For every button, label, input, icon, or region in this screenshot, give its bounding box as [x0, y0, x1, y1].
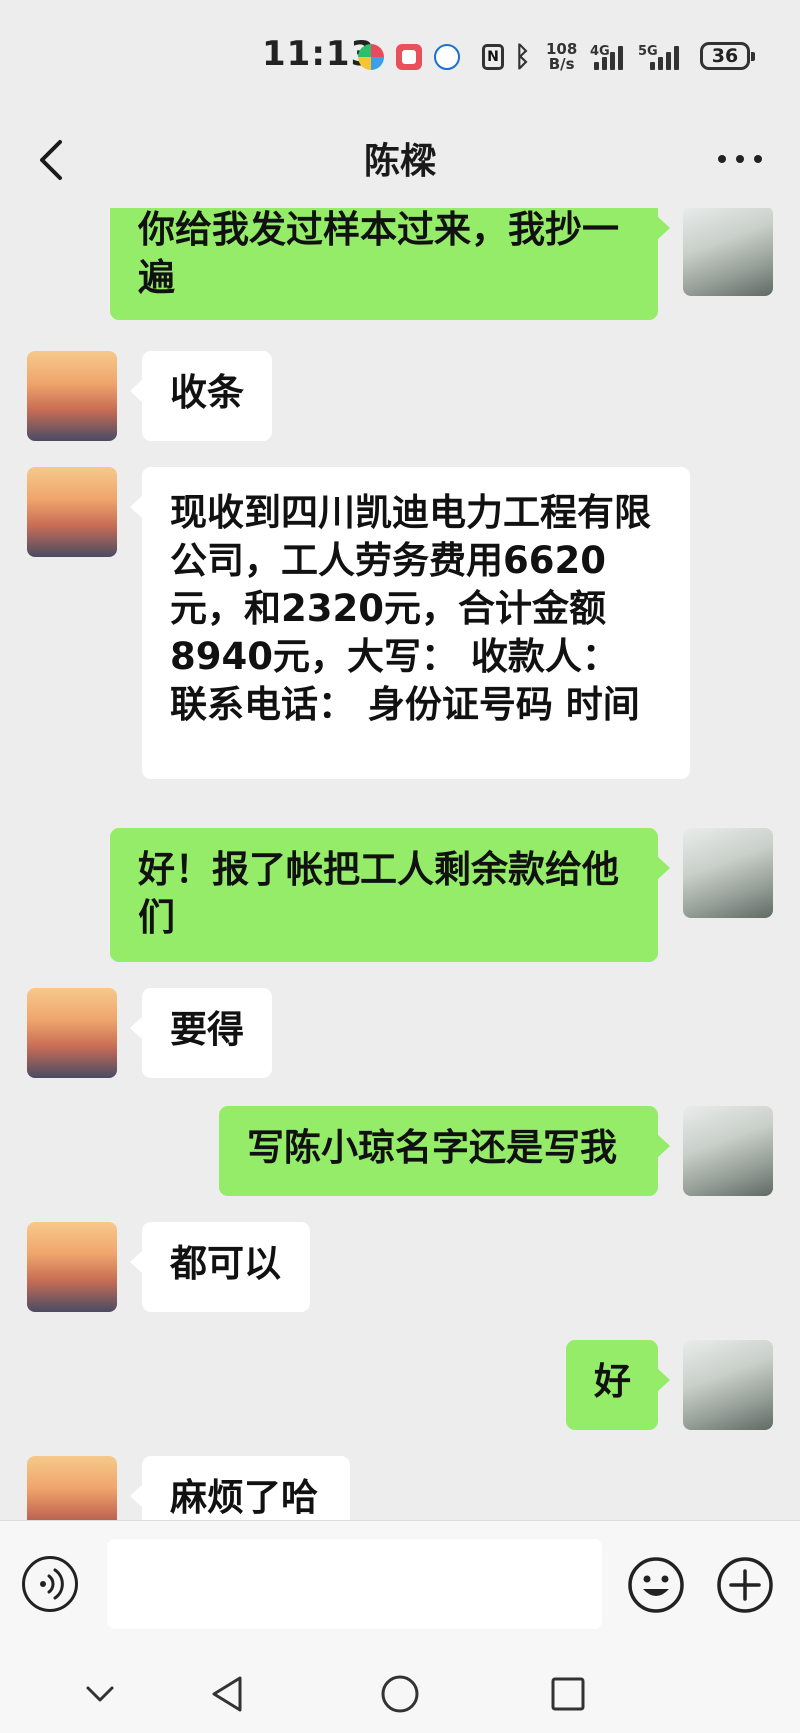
message-bubble-left[interactable]: 现收到四川凯迪电力工程有限公司，工人劳务费用6620元，和2320元，合计金额8… — [130, 467, 690, 779]
system-navigation-bar — [0, 1652, 800, 1733]
message-bubble-left[interactable]: 都可以 — [130, 1222, 310, 1312]
back-triangle-icon[interactable] — [208, 1674, 248, 1714]
message-bubble-left[interactable]: 麻烦了哈 — [130, 1456, 350, 1520]
message-bubble-right[interactable]: 好 — [566, 1340, 670, 1430]
nfc-icon: N — [482, 44, 504, 70]
plus-icon[interactable] — [716, 1556, 774, 1614]
my-avatar[interactable] — [683, 828, 773, 918]
status-bar: 11:13 N ᛒ 108 B/s 4G 5G 36 — [0, 0, 800, 110]
contact-avatar[interactable] — [27, 351, 117, 441]
app-notification-icon — [434, 44, 460, 70]
message-list[interactable]: 你给我发过样本过来，我抄一遍 收条 现收到四川凯迪电力工程有限公司，工人劳务费用… — [0, 208, 800, 1520]
home-circle-icon[interactable] — [380, 1674, 420, 1714]
signal-4g-icon — [594, 44, 630, 70]
page-title: 陈樑 — [363, 141, 436, 182]
battery-icon: 36 — [700, 42, 755, 70]
recents-square-icon[interactable] — [548, 1674, 588, 1714]
app-notification-icon — [358, 44, 384, 70]
more-dots-icon[interactable] — [710, 136, 770, 182]
message-bubble-left[interactable]: 要得 — [130, 988, 272, 1078]
bluetooth-icon: ᛒ — [514, 40, 531, 73]
message-bubble-right[interactable]: 你给我发过样本过来，我抄一遍 — [110, 208, 670, 320]
net-speed: 108 B/s — [546, 40, 578, 73]
voice-icon[interactable] — [22, 1556, 78, 1612]
contact-avatar[interactable] — [27, 1456, 117, 1520]
contact-avatar[interactable] — [27, 1222, 117, 1312]
message-bubble-right[interactable]: 写陈小琼名字还是写我 — [219, 1106, 670, 1196]
my-avatar[interactable] — [683, 1340, 773, 1430]
input-bar — [0, 1520, 800, 1653]
signal-5g-icon — [650, 44, 686, 70]
contact-avatar[interactable] — [27, 467, 117, 557]
message-input[interactable] — [107, 1539, 602, 1629]
contact-avatar[interactable] — [27, 988, 117, 1078]
message-bubble-right[interactable]: 好！报了帐把工人剩余款给他们 — [110, 828, 670, 962]
emoji-icon[interactable] — [627, 1556, 685, 1614]
chat-header: 陈樑 — [0, 110, 800, 210]
my-avatar[interactable] — [683, 1106, 773, 1196]
message-bubble-left[interactable]: 收条 — [130, 351, 272, 441]
app-notification-icon — [396, 44, 422, 70]
my-avatar[interactable] — [683, 208, 773, 296]
hide-keyboard-icon[interactable] — [80, 1674, 120, 1714]
